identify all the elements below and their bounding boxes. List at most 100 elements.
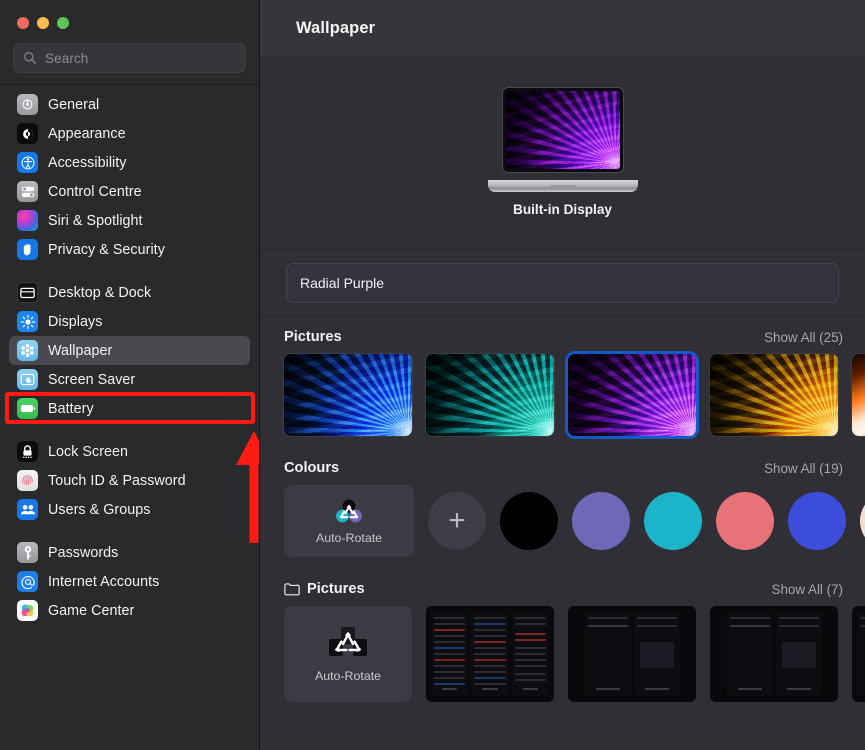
sidebar-item-control-centre[interactable]: Control Centre [9, 177, 250, 206]
wallpaper-name-container: Radial Purple [260, 249, 865, 316]
wallpaper-thumbnail[interactable] [284, 354, 412, 436]
sidebar-item-siri-spotlight[interactable]: Siri & Spotlight [9, 206, 250, 235]
section-title-wrap: Colours [284, 460, 339, 476]
sidebar-item-displays[interactable]: Displays [9, 307, 250, 336]
colour-swatch[interactable] [788, 492, 846, 550]
sidebar-item-label: Privacy & Security [48, 241, 165, 258]
sidebar-item-label: Game Center [48, 602, 135, 619]
colour-swatch[interactable] [860, 492, 865, 550]
show-all-pictures-button[interactable]: Show All (25) [764, 330, 843, 345]
battery-icon [17, 398, 38, 419]
colours-auto-rotate-tile[interactable]: Auto-Rotate [284, 485, 414, 557]
sidebar-item-label: Desktop & Dock [48, 284, 152, 301]
gear-icon [17, 94, 38, 115]
section-pictures-folder: Pictures Show All (7) Auto-Rotate [260, 559, 865, 704]
search-placeholder: Search [45, 50, 89, 66]
zoom-button[interactable] [57, 17, 69, 29]
screenshot-phone [431, 612, 469, 696]
at-sign-icon [17, 571, 38, 592]
sidebar-group-4: Passwords Internet Accounts Game Center [9, 537, 250, 626]
section-title-wrap: Pictures [284, 329, 342, 345]
section-title: Colours [284, 460, 340, 476]
screenshot-phone [471, 612, 509, 696]
sidebar-item-label: Passwords [48, 544, 119, 561]
wallpaper-thumbnail-selected[interactable] [568, 354, 696, 436]
wallpaper-thumbnail[interactable] [426, 354, 554, 436]
sidebar-item-game-center[interactable]: Game Center [9, 596, 250, 625]
main-pane: Wallpaper Built-in Display Radial Purple [260, 0, 865, 750]
pictures-folder-row: Auto-Rotate [260, 606, 865, 702]
colour-swatch[interactable] [500, 492, 558, 550]
sidebar-group-1: General Appearance Accessibility Control… [9, 89, 250, 265]
sidebar-item-users-groups[interactable]: Users & Groups [9, 495, 250, 524]
colour-swatch[interactable] [572, 492, 630, 550]
sidebar-item-accessibility[interactable]: Accessibility [9, 148, 250, 177]
game-center-icon [17, 600, 38, 621]
search-container: Search [0, 29, 259, 73]
sidebar-item-battery[interactable]: Battery [9, 394, 250, 423]
sidebar-item-touch-id[interactable]: Touch ID & Password [9, 466, 250, 495]
sidebar-nav: General Appearance Accessibility Control… [0, 89, 259, 626]
picture-thumbnail[interactable] [852, 606, 865, 702]
sidebar-item-label: Siri & Spotlight [48, 212, 143, 229]
main-header: Wallpaper [260, 0, 865, 56]
wallpaper-name-field[interactable]: Radial Purple [286, 263, 839, 303]
colour-swatch[interactable] [716, 492, 774, 550]
wallpaper-icon [17, 340, 38, 361]
sidebar-item-label: Battery [48, 400, 94, 417]
search-input[interactable]: Search [13, 43, 246, 73]
add-colour-button[interactable]: + [428, 492, 486, 550]
appearance-icon [17, 123, 38, 144]
sidebar-item-desktop-dock[interactable]: Desktop & Dock [9, 278, 250, 307]
picture-thumbnail[interactable] [426, 606, 554, 702]
sidebar-item-label: Appearance [48, 125, 126, 142]
sidebar-item-general[interactable]: General [9, 90, 250, 119]
section-title-wrap: Pictures [284, 581, 365, 597]
current-wallpaper-preview [505, 90, 620, 169]
macbook-trackpad [549, 184, 576, 188]
sidebar-group-2: Desktop & Dock Displays Wallpaper Screen… [9, 277, 250, 424]
plus-icon: + [448, 504, 466, 537]
sidebar-item-privacy-security[interactable]: Privacy & Security [9, 235, 250, 264]
fingerprint-icon [17, 470, 38, 491]
sidebar-item-passwords[interactable]: Passwords [9, 538, 250, 567]
sidebar-group-3: Lock Screen Touch ID & Password Users & … [9, 436, 250, 525]
screenshot-phone [511, 612, 549, 696]
display-preview-block: Built-in Display [260, 56, 865, 248]
show-all-pictures-folder-button[interactable]: Show All (7) [772, 582, 843, 597]
users-icon [17, 499, 38, 520]
display-label: Built-in Display [513, 201, 612, 217]
section-colours: Colours Show All (19) Auto-Rotate + [260, 438, 865, 559]
colour-swatch[interactable] [644, 492, 702, 550]
macbook-screen [502, 87, 623, 172]
wallpaper-thumbnail[interactable] [710, 354, 838, 436]
sidebar: Search General Appearance Accessibility … [0, 0, 260, 750]
close-button[interactable] [17, 17, 29, 29]
pictures-auto-rotate-tile[interactable]: Auto-Rotate [284, 606, 412, 702]
sidebar-item-lock-screen[interactable]: Lock Screen [9, 437, 250, 466]
picture-thumbnail[interactable] [710, 606, 838, 702]
colour-row: Auto-Rotate + [260, 485, 865, 557]
sidebar-item-screen-saver[interactable]: Screen Saver [9, 365, 250, 394]
section-header: Pictures Show All (7) [260, 581, 865, 597]
section-header: Pictures Show All (25) [260, 329, 865, 345]
sidebar-item-label: Lock Screen [48, 443, 129, 460]
siri-icon [17, 210, 38, 231]
picture-thumbnail[interactable] [568, 606, 696, 702]
sidebar-item-label: Touch ID & Password [48, 472, 186, 489]
window-controls [0, 0, 259, 29]
section-title: Pictures [307, 581, 365, 597]
sidebar-item-internet-accounts[interactable]: Internet Accounts [9, 567, 250, 596]
sidebar-item-wallpaper[interactable]: Wallpaper [9, 336, 250, 365]
screenshot-phone [726, 612, 773, 696]
section-header: Colours Show All (19) [260, 460, 865, 476]
wallpaper-thumbnail[interactable] [852, 354, 865, 436]
sidebar-item-label: General [48, 96, 100, 113]
minimise-button[interactable] [37, 17, 49, 29]
sidebar-item-appearance[interactable]: Appearance [9, 119, 250, 148]
show-all-colours-button[interactable]: Show All (19) [764, 461, 843, 476]
macbook-preview[interactable] [487, 87, 638, 192]
